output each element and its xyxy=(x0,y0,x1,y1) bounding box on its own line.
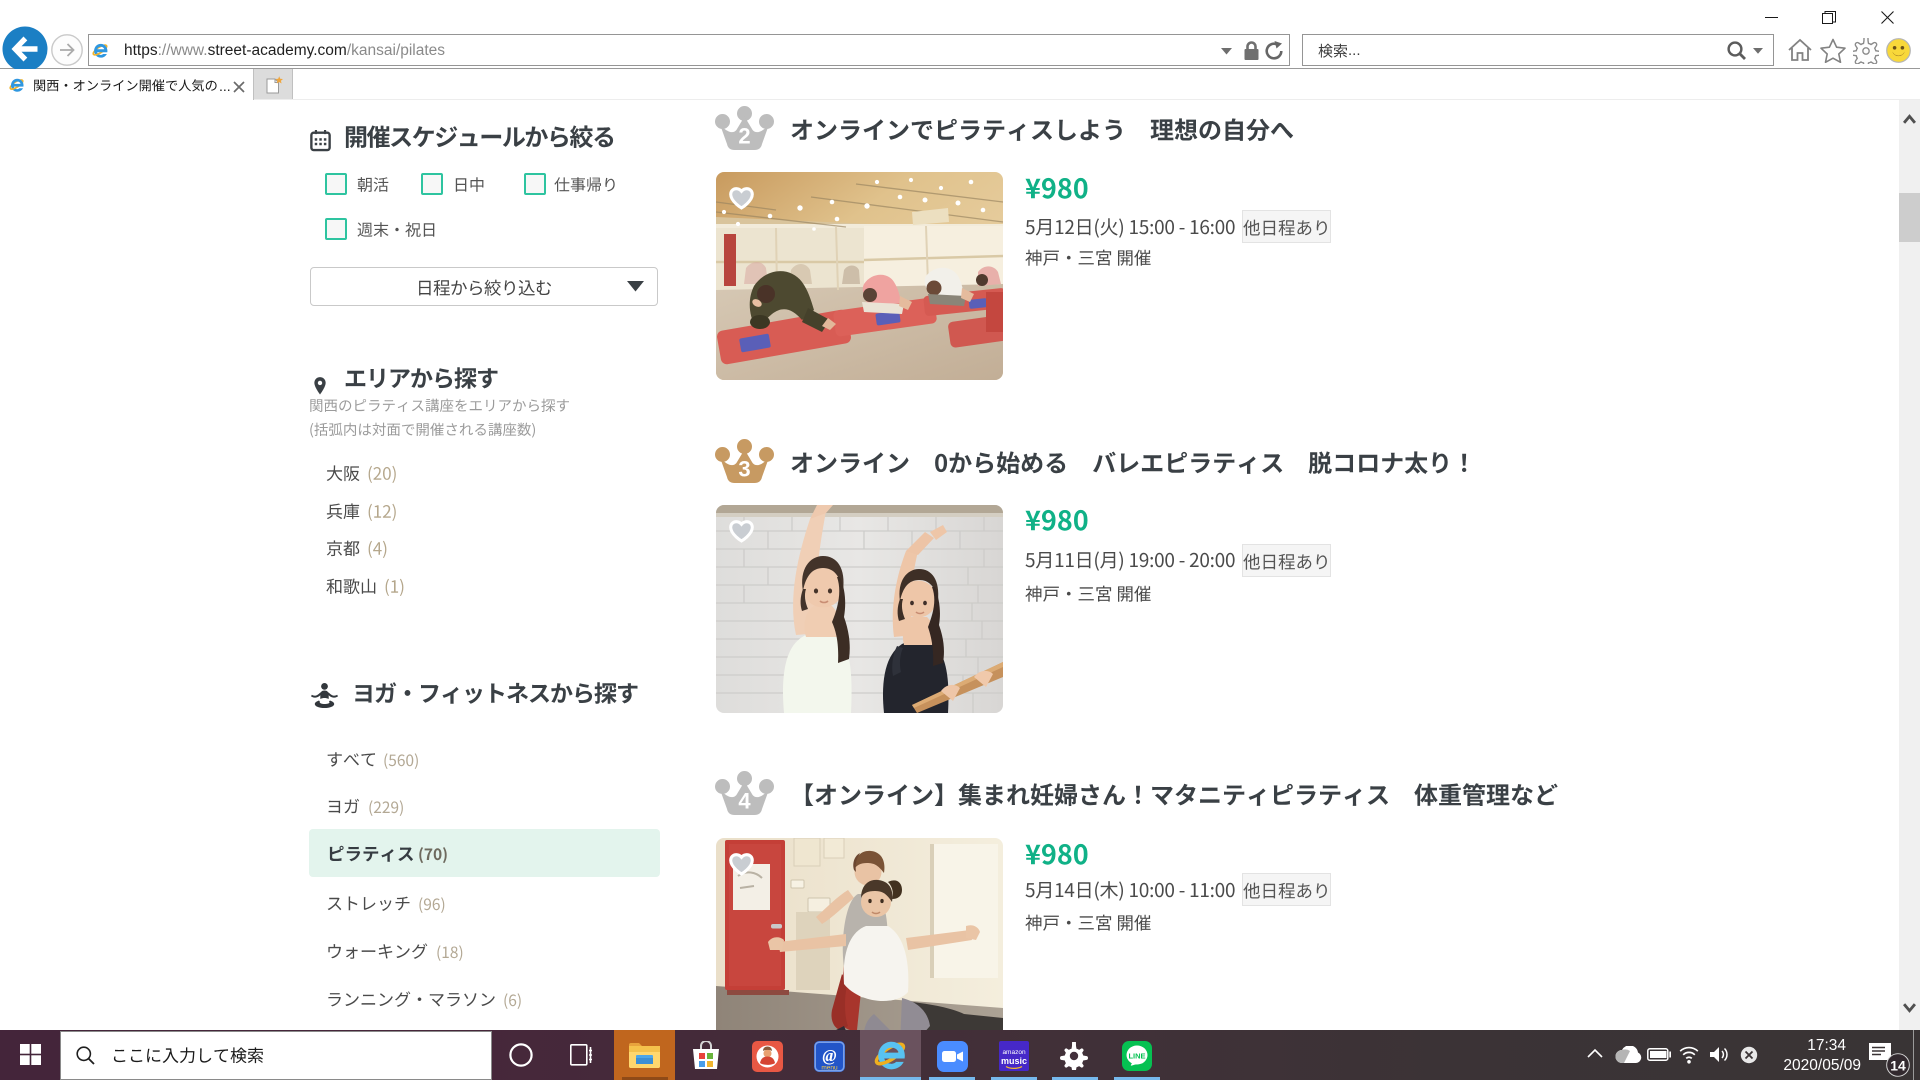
svg-text:2: 2 xyxy=(738,124,750,149)
svg-text:LINE: LINE xyxy=(1128,1052,1145,1061)
svg-text:amazon: amazon xyxy=(1002,1049,1026,1056)
svg-text:3: 3 xyxy=(738,457,750,482)
svg-text:music: music xyxy=(1001,1056,1027,1066)
svg-text:menu: menu xyxy=(821,1065,838,1072)
svg-text:@: @ xyxy=(822,1046,836,1065)
svg-text:14: 14 xyxy=(1890,1057,1906,1073)
svg-text:4: 4 xyxy=(738,789,751,814)
